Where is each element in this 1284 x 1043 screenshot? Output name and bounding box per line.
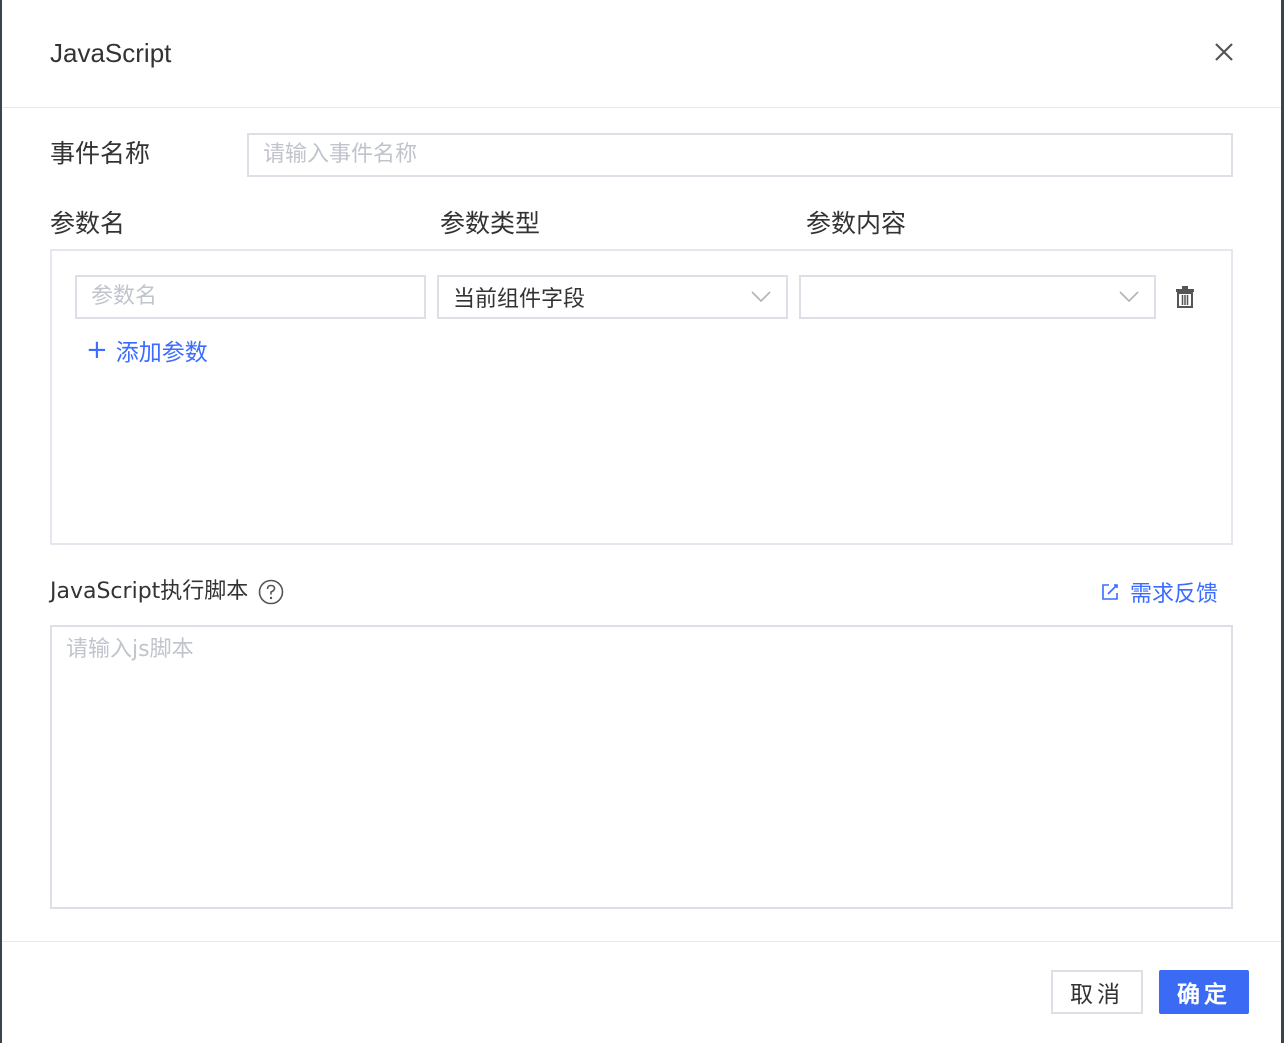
script-textarea[interactable]: 请输入js脚本 [50, 625, 1233, 909]
param-content-select[interactable] [799, 275, 1156, 319]
feedback-link[interactable]: 需求反馈 [1100, 577, 1218, 607]
javascript-dialog: JavaScript 事件名称 请输入事件名称 参数名 参数类型 参数内容 参数… [2, 0, 1281, 1043]
param-type-select[interactable]: 当前组件字段 [437, 275, 788, 319]
ok-button[interactable]: 确定 [1159, 970, 1249, 1014]
param-name-placeholder: 参数名 [91, 284, 158, 309]
param-name-input[interactable]: 参数名 [75, 275, 426, 319]
event-name-input[interactable]: 请输入事件名称 [247, 133, 1233, 177]
param-type-value: 当前组件字段 [453, 287, 586, 312]
dialog-title: JavaScript [50, 38, 172, 68]
add-param-button[interactable]: + 添加参数 [86, 334, 208, 366]
script-placeholder: 请输入js脚本 [66, 637, 194, 662]
trash-icon[interactable] [1174, 285, 1196, 309]
param-type-header: 参数类型 [440, 209, 541, 238]
plus-icon: + [86, 335, 108, 365]
add-param-label: 添加参数 [115, 340, 208, 366]
chevron-down-icon [751, 291, 771, 303]
chevron-down-icon [1119, 291, 1139, 303]
edit-icon [1102, 584, 1118, 600]
close-icon[interactable] [1210, 38, 1238, 66]
question-circle-icon[interactable] [258, 579, 284, 605]
dialog-header: JavaScript [2, 0, 1281, 108]
script-label: JavaScript执行脚本 [50, 579, 249, 604]
event-name-label: 事件名称 [50, 139, 151, 168]
event-name-placeholder: 请输入事件名称 [263, 142, 418, 167]
param-content-header: 参数内容 [806, 209, 907, 238]
param-name-header: 参数名 [50, 209, 126, 238]
feedback-label: 需求反馈 [1130, 582, 1219, 607]
script-label-row: JavaScript执行脚本 [50, 577, 284, 607]
cancel-button[interactable]: 取消 [1051, 970, 1143, 1014]
